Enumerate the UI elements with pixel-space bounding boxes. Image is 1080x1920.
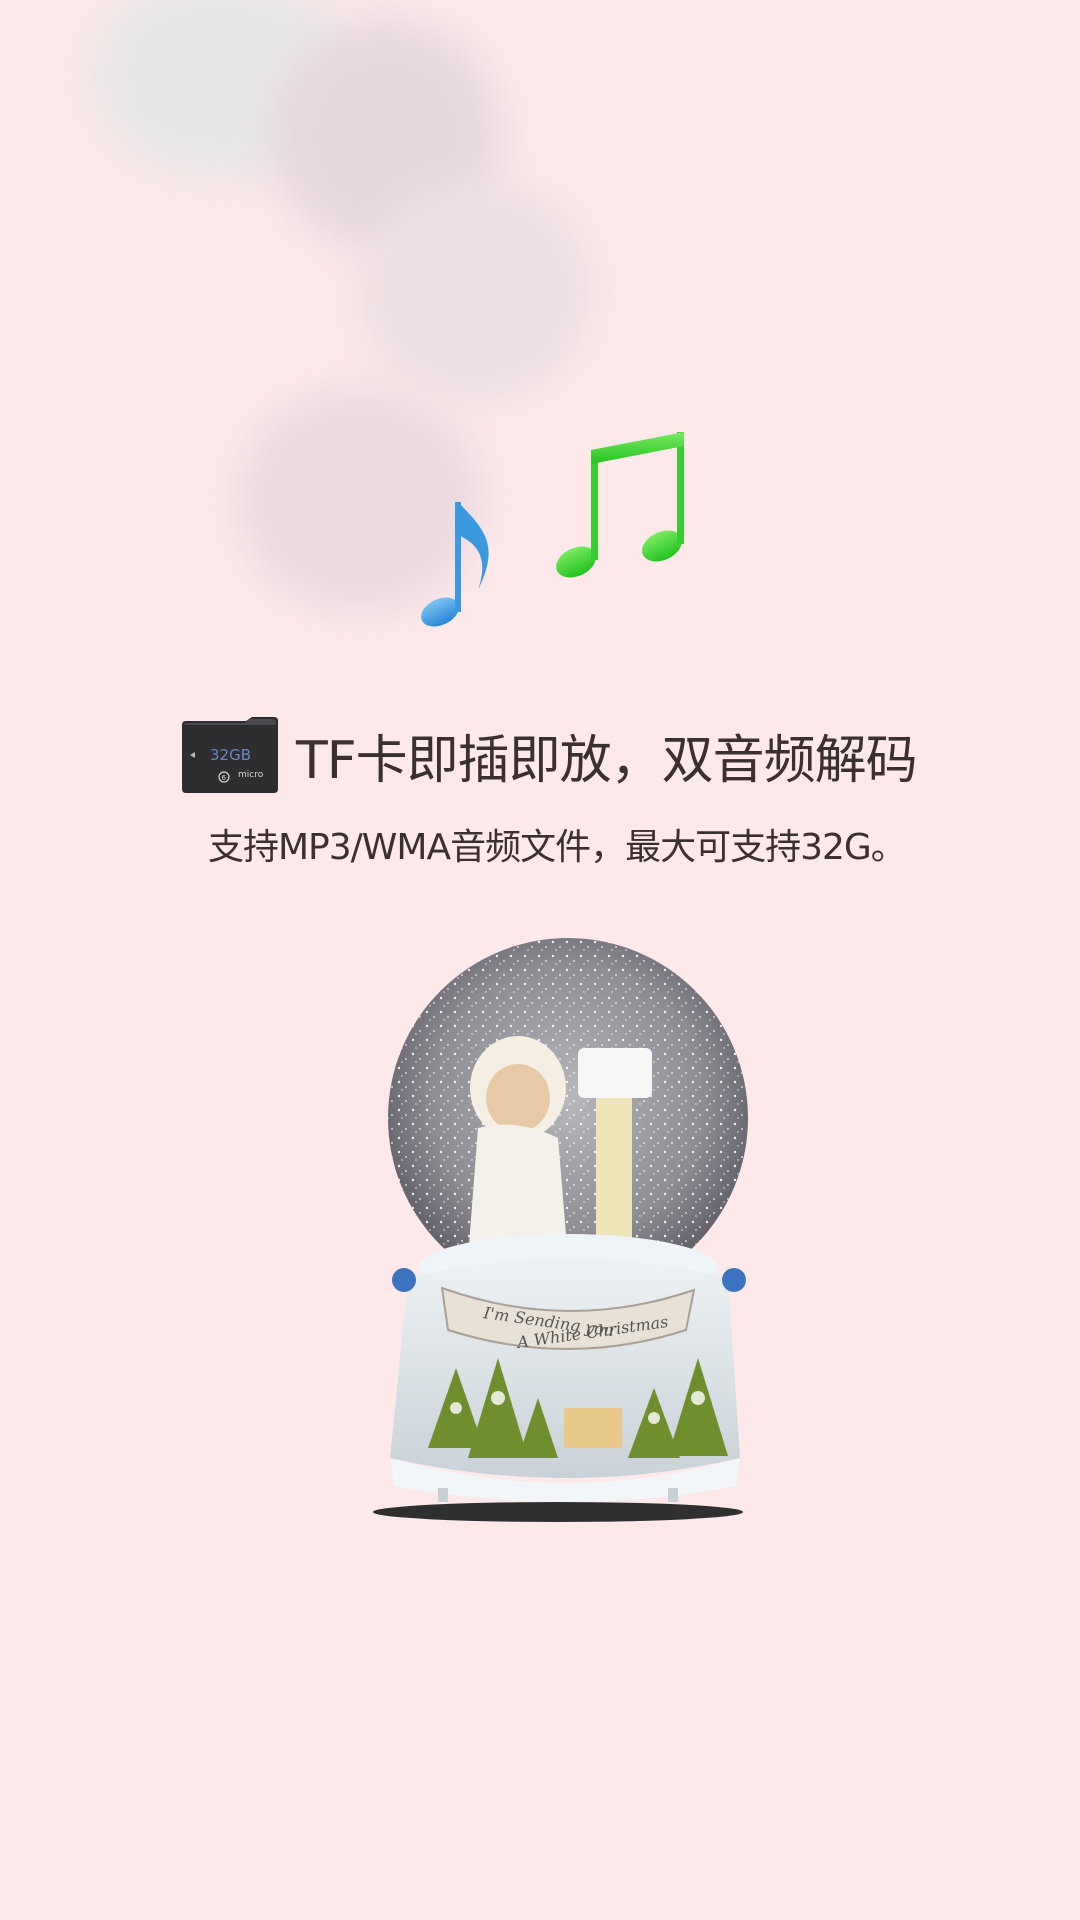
bokeh-circle	[360, 180, 590, 400]
music-notes-icon	[421, 432, 684, 627]
svg-text:micro: micro	[238, 770, 264, 780]
headline-row: 32GB micro 6 TF卡即插即放，双音频解码	[180, 716, 918, 794]
svg-text:6: 6	[222, 774, 227, 782]
blue-note-icon	[421, 502, 489, 627]
green-note-icon	[556, 432, 684, 578]
page-subtitle: 支持MP3/WMA音频文件，最大可支持32G。	[208, 827, 907, 868]
svg-text:32GB: 32GB	[210, 746, 251, 764]
snow-globe-image: I'm Sending you A White Christmas	[373, 938, 748, 1522]
page-title: TF卡即插即放，双音频解码	[296, 730, 918, 791]
sd-card-icon: 32GB micro 6	[182, 717, 278, 793]
